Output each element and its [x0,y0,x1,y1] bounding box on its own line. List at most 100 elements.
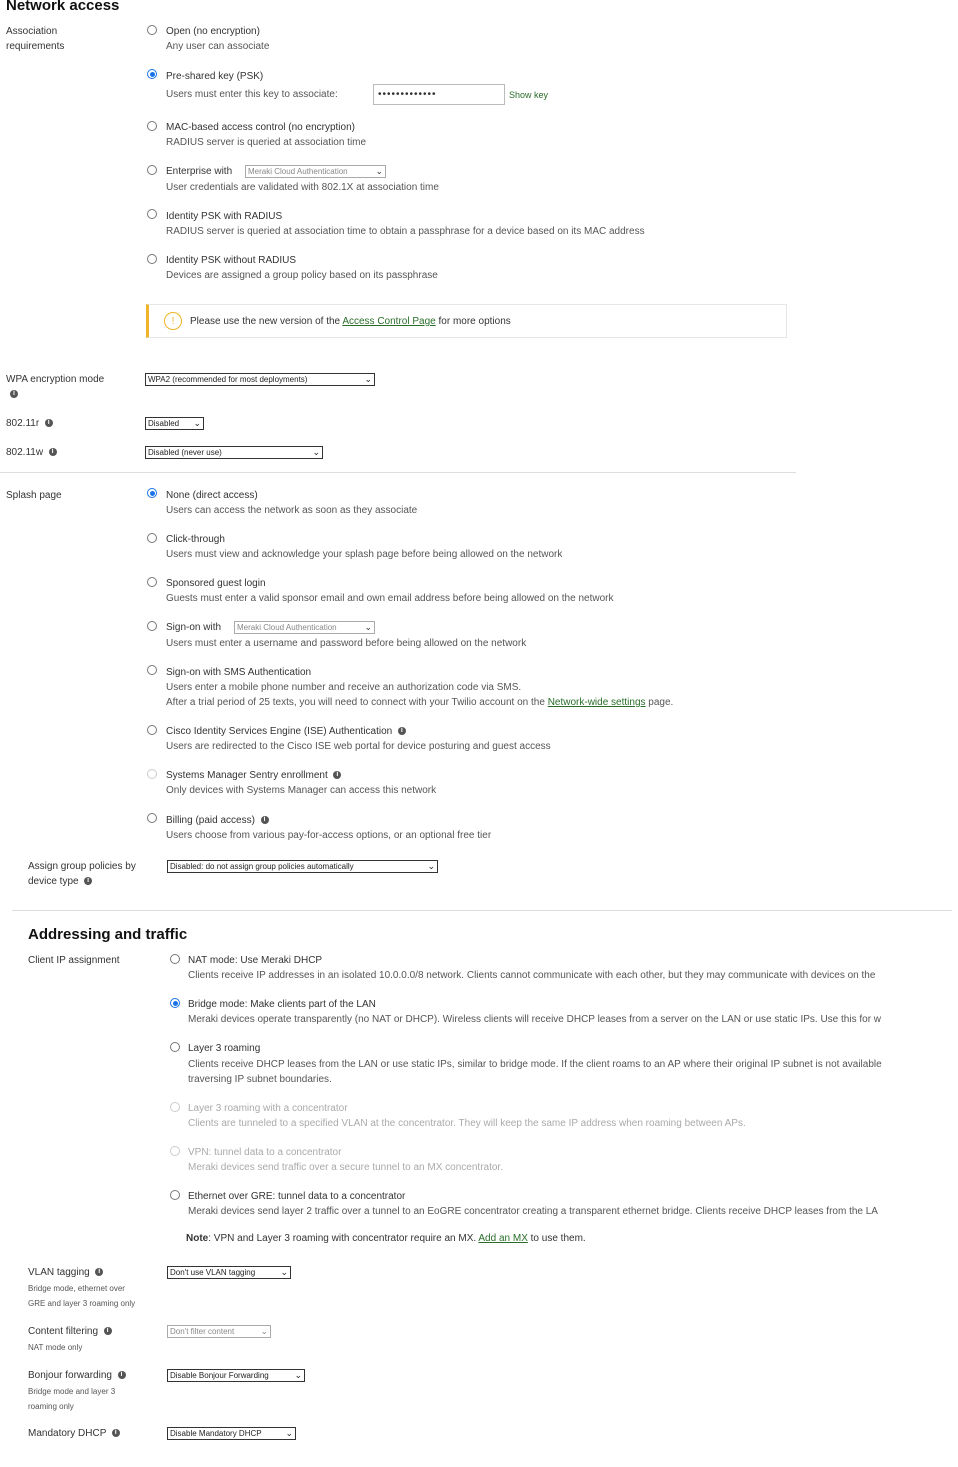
chevron-down-icon: ⌄ [193,418,201,428]
bonjour-value: Disable Bonjour Forwarding [170,1371,269,1380]
option-psk-desc: Users must enter this key to associate: [166,89,338,100]
r80211r-label-text: 802.11r [6,418,40,429]
content-label-text: Content filtering [28,1326,99,1337]
radio-splash-ise[interactable] [147,725,157,735]
vlan-sub2: GRE and layer 3 roaming only [28,1299,136,1308]
bonjour-sub1: Bridge mode and layer 3 [28,1387,116,1396]
bonjour-label-text: Bonjour forwarding [28,1370,112,1381]
option-ipsk-radius-label: Identity PSK with RADIUS [166,211,283,222]
chevron-down-icon: ⌄ [364,374,372,384]
info-icon[interactable]: i [397,727,406,736]
group-policy-select[interactable]: Disabled: do not assign group policies a… [167,860,438,873]
info-icon[interactable]: i [84,877,93,886]
radio-ipsk-radius[interactable] [147,209,157,219]
access-control-alert: ! Please use the new version of the Acce… [146,304,787,338]
info-icon[interactable]: i [48,448,57,457]
access-control-page-link[interactable]: Access Control Page [342,316,435,327]
content-filtering-select[interactable]: Don't filter content ⌄ [167,1325,271,1338]
radio-splash-signon[interactable] [147,621,157,631]
chevron-down-icon: ⌄ [280,1267,288,1277]
radio-splash-sponsored[interactable] [147,577,157,587]
vlan-tagging-value: Don't use VLAN tagging [170,1268,256,1277]
wpa-mode-select[interactable]: WPA2 (recommended for most deployments) ⌄ [145,373,375,386]
info-icon[interactable]: i [10,390,18,398]
radio-splash-click-through[interactable] [147,533,157,543]
info-icon[interactable]: i [333,771,342,780]
content-filtering-label: Content filtering i [28,1324,112,1339]
bridge-mode-desc: Meraki devices operate transparently (no… [188,1014,882,1025]
r80211r-select[interactable]: Disabled ⌄ [145,417,204,430]
radio-ipsk-no-radius[interactable] [147,254,157,264]
network-wide-settings-link[interactable]: Network-wide settings [548,697,646,708]
chevron-down-icon: ⌄ [285,1428,293,1438]
bonjour-select[interactable]: Disable Bonjour Forwarding ⌄ [167,1369,305,1382]
splash-sentry-label-text: Systems Manager Sentry enrollment [166,770,328,781]
show-key-link[interactable]: Show key [509,90,548,100]
splash-click-through-label: Click-through [166,534,225,545]
info-icon[interactable]: i [117,1371,126,1380]
splash-billing-label-text: Billing (paid access) [166,815,255,826]
vpn-concentrator-desc: Meraki devices send traffic over a secur… [188,1162,503,1173]
chevron-down-icon: ⌄ [364,622,372,632]
radio-splash-sms[interactable] [147,665,157,675]
chevron-down-icon: ⌄ [312,447,320,457]
radio-layer3-concentrator[interactable] [170,1102,180,1112]
option-open-label: Open (no encryption) [166,26,260,37]
group-policy-value: Disabled: do not assign group policies a… [170,862,354,871]
radio-layer3-roaming[interactable] [170,1042,180,1052]
option-mac-label: MAC-based access control (no encryption) [166,122,355,133]
splash-none-label: None (direct access) [166,490,258,501]
r80211w-select[interactable]: Disabled (never use) ⌄ [145,446,323,459]
info-icon[interactable]: i [260,816,269,825]
vpn-concentrator-label: VPN: tunnel data to a concentrator [188,1147,342,1158]
dhcp-label-text: Mandatory DHCP [28,1428,107,1439]
section-title-network-access: Network access [6,0,120,14]
radio-splash-sentry[interactable] [147,769,157,779]
radio-psk[interactable] [147,69,157,79]
chevron-down-icon: ⌄ [294,1370,302,1380]
radio-vpn-concentrator[interactable] [170,1146,180,1156]
info-icon[interactable]: i [44,419,53,428]
info-icon[interactable]: i [103,1327,112,1336]
radio-bridge-mode[interactable] [170,998,180,1008]
splash-signon-desc: Users must enter a username and password… [166,638,527,649]
info-icon[interactable]: i [95,1268,104,1277]
sms-desc2-suffix: page. [648,697,674,708]
radio-splash-billing[interactable] [147,813,157,823]
client-ip-label: Client IP assignment [28,955,120,966]
option-enterprise-desc: User credentials are validated with 802.… [166,182,439,193]
radio-splash-none[interactable] [147,488,157,498]
note-suffix: to use them. [530,1233,586,1244]
layer3-roaming-label: Layer 3 roaming [188,1043,261,1054]
splash-none-desc: Users can access the network as soon as … [166,505,418,516]
info-icon[interactable]: i [111,1429,120,1438]
add-mx-link[interactable]: Add an MX [478,1233,527,1244]
option-mac-desc: RADIUS server is queried at association … [166,137,367,148]
splash-sentry-label: Systems Manager Sentry enrollment i [166,768,342,783]
chevron-down-icon: ⌄ [375,166,383,176]
bonjour-sub2: roaming only [28,1402,74,1411]
splash-sponsored-label: Sponsored guest login [166,578,266,589]
mandatory-dhcp-select[interactable]: Disable Mandatory DHCP ⌄ [167,1427,296,1440]
nat-mode-desc: Clients receive IP addresses in an isola… [188,970,876,981]
vlan-tagging-select[interactable]: Don't use VLAN tagging ⌄ [167,1266,291,1279]
radio-eogre[interactable] [170,1190,180,1200]
splash-sms-label: Sign-on with SMS Authentication [166,667,312,678]
enterprise-auth-select[interactable]: Meraki Cloud Authentication ⌄ [245,165,386,178]
wpa-mode-value: WPA2 (recommended for most deployments) [148,375,308,384]
splash-ise-desc: Users are redirected to the Cisco ISE we… [166,741,551,752]
radio-open[interactable] [147,25,157,35]
section-title-addressing: Addressing and traffic [28,926,188,943]
layer3-roaming-desc2: traversing IP subnet boundaries. [188,1074,332,1085]
alert-text: Please use the new version of the Access… [190,316,511,327]
splash-sentry-desc: Only devices with Systems Manager can ac… [166,785,437,796]
option-open-desc: Any user can associate [166,41,270,52]
signon-auth-select[interactable]: Meraki Cloud Authentication ⌄ [234,621,375,634]
radio-nat-mode[interactable] [170,954,180,964]
radio-mac[interactable] [147,121,157,131]
signon-auth-value: Meraki Cloud Authentication [237,623,337,632]
layer3-roaming-desc: Clients receive DHCP leases from the LAN… [188,1059,882,1070]
psk-input[interactable]: ••••••••••••• [373,84,505,105]
content-sub1: NAT mode only [28,1343,83,1352]
radio-enterprise[interactable] [147,165,157,175]
